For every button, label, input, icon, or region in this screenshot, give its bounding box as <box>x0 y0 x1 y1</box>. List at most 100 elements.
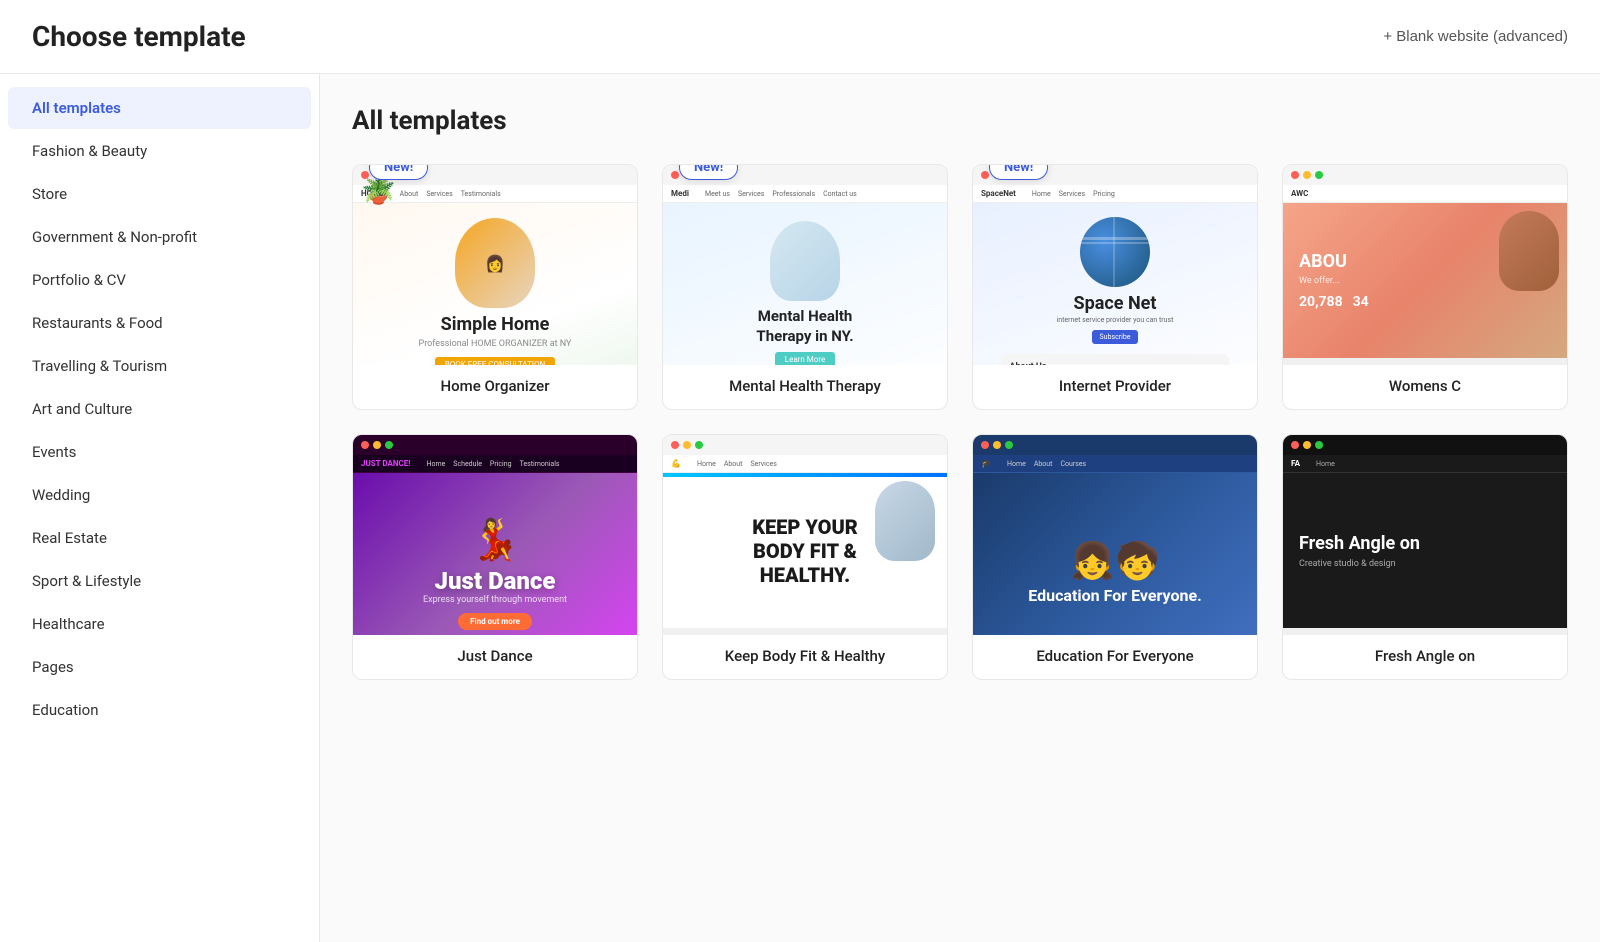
mock-topbar-8 <box>1283 435 1567 455</box>
mock-fresh-angle-sub: Creative studio & design <box>1299 559 1396 569</box>
sidebar-item-travelling-tourism[interactable]: Travelling & Tourism <box>8 345 311 387</box>
mock-visual-womens: ABOU We offer... 20,788 34 <box>1283 203 1567 358</box>
mock-visual-keep-fit: KEEP YOURBODY FIT &HEALTHY. <box>663 473 947 628</box>
sidebar-item-art-culture[interactable]: Art and Culture <box>8 388 311 430</box>
template-image-education-for-everyone: 🎓 Home About Courses 👧🧒 Education For Ev… <box>973 435 1257 635</box>
mock-visual-just-dance: 💃 Just Dance Express yourself through mo… <box>353 473 637 635</box>
sidebar-item-wedding[interactable]: Wedding <box>8 474 311 516</box>
mock-topbar-7 <box>973 435 1257 455</box>
dot-red-5 <box>361 441 369 449</box>
mock-topbar-5 <box>353 435 637 455</box>
mock-topbar-6 <box>663 435 947 455</box>
template-label-womens: Womens C <box>1283 365 1567 409</box>
mock-nav-7: 🎓 Home About Courses <box>973 455 1257 473</box>
template-card-just-dance[interactable]: JUST DANCE! Home Schedule Pricing Testim… <box>352 434 638 680</box>
mock-just-dance-sub: Express yourself through movement <box>423 595 567 605</box>
template-card-fresh-angle[interactable]: FA Home Fresh Angle on Creative studio &… <box>1282 434 1568 680</box>
mock-nav-item-2: Professionals <box>772 190 815 198</box>
content-area: All templates New! HOME About Services <box>320 74 1600 942</box>
mock-cta-btn: BOOK FREE CONSULTATION <box>435 357 555 365</box>
mock-nav-2: Medi Meet us Services Professionals Cont… <box>663 185 947 203</box>
content-title: All templates <box>352 106 1568 136</box>
mock-nav-item-3: Pricing <box>1093 190 1115 198</box>
dot-red-6 <box>671 441 679 449</box>
template-image-mental-health: Medi Meet us Services Professionals Cont… <box>663 165 947 365</box>
template-label-internet-provider: Internet Provider <box>973 365 1257 409</box>
dot-red-8 <box>1291 441 1299 449</box>
mock-stat-big-1: 20,788 <box>1299 294 1343 310</box>
accent-bar <box>663 473 947 477</box>
mock-stat-big-2: 34 <box>1353 294 1369 310</box>
mock-about-section: About Us We offer the fastest and most a… <box>1001 354 1228 366</box>
dot-green-7 <box>1005 441 1013 449</box>
mock-visual-mental-health: Mental HealthTherapy in NY. Learn More 1… <box>663 203 947 365</box>
mock-about-title: About Us <box>1009 362 1220 366</box>
mock-visual-fresh-angle: Fresh Angle on Creative studio & design <box>1283 473 1567 628</box>
mock-subscribe-btn: Subscribe <box>1092 330 1139 344</box>
template-card-mental-health[interactable]: New! Medi Meet us Services Professionals… <box>662 164 948 410</box>
mock-nav-item-3: Services <box>1059 190 1085 198</box>
mock-keep-fit-title: KEEP YOURBODY FIT &HEALTHY. <box>752 515 858 587</box>
sidebar-item-store[interactable]: Store <box>8 173 311 215</box>
mock-nav-item-8: Home <box>1316 460 1335 468</box>
dot-yellow-4 <box>1303 171 1311 179</box>
mock-fresh-angle-title: Fresh Angle on <box>1299 532 1420 555</box>
mock-logo-8: FA <box>1291 459 1300 468</box>
new-badge-mental-health: New! <box>679 164 738 180</box>
mock-hero-title-2: Mental HealthTherapy in NY. <box>756 307 853 346</box>
sidebar-item-sport-lifestyle[interactable]: Sport & Lifestyle <box>8 560 311 602</box>
mock-logo-4: AWC <box>1291 189 1308 198</box>
dot-red-2 <box>671 171 679 179</box>
mock-visual-internet-provider: Space Net internet service provider you … <box>973 203 1257 365</box>
mock-nav-item-7: Home <box>1007 460 1026 468</box>
globe-illustration <box>1080 217 1150 287</box>
mock-womens-sub: We offer... <box>1299 276 1340 286</box>
mock-topbar-4 <box>1283 165 1567 185</box>
template-card-internet-provider[interactable]: New! SpaceNet Home Services Pricing <box>972 164 1258 410</box>
sidebar-item-pages[interactable]: Pages <box>8 646 311 688</box>
mock-nav-item-6: Home <box>697 460 716 468</box>
mock-nav-item-5: Home <box>426 460 445 468</box>
mock-logo-2: Medi <box>671 189 689 198</box>
sidebar-item-events[interactable]: Events <box>8 431 311 473</box>
template-label-fresh-angle: Fresh Angle on <box>1283 635 1567 679</box>
mock-nav-item-7c: Courses <box>1060 460 1086 468</box>
template-card-education-for-everyone[interactable]: 🎓 Home About Courses 👧🧒 Education For Ev… <box>972 434 1258 680</box>
blank-website-button[interactable]: + Blank website (advanced) <box>1383 28 1568 45</box>
templates-grid-row2: JUST DANCE! Home Schedule Pricing Testim… <box>352 434 1568 680</box>
mock-hero-title: Simple Home <box>441 314 550 335</box>
mock-womens-stats: 20,788 34 <box>1299 294 1369 310</box>
sidebar-item-restaurants-food[interactable]: Restaurants & Food <box>8 302 311 344</box>
mock-nav-item-2: Services <box>738 190 764 198</box>
mock-nav-item: Testimonials <box>461 190 501 198</box>
dancer-icon: 💃 <box>470 516 520 563</box>
sidebar-item-education[interactable]: Education <box>8 689 311 731</box>
sidebar-item-healthcare[interactable]: Healthcare <box>8 603 311 645</box>
mock-logo-6: 💪 <box>671 459 681 468</box>
doctor-illustration <box>770 221 840 301</box>
mock-hero-sub: Professional HOME ORGANIZER at NY <box>419 339 572 349</box>
sidebar-item-portfolio-cv[interactable]: Portfolio & CV <box>8 259 311 301</box>
template-label-keep-fit: Keep Body Fit & Healthy <box>663 635 947 679</box>
template-image-just-dance: JUST DANCE! Home Schedule Pricing Testim… <box>353 435 637 635</box>
dot-green-5 <box>385 441 393 449</box>
template-card-womens[interactable]: AWC ABOU We offer... 20,788 34 Womens C <box>1282 164 1568 410</box>
sidebar-item-government-nonprofit[interactable]: Government & Non-profit <box>8 216 311 258</box>
dot-yellow-7 <box>993 441 1001 449</box>
sidebar-item-fashion-beauty[interactable]: Fashion & Beauty <box>8 130 311 172</box>
page-title: Choose template <box>32 20 246 53</box>
mock-nav-item-2: Meet us <box>705 190 730 198</box>
template-card-keep-fit[interactable]: 💪 Home About Services KEEP YOURBODY FIT … <box>662 434 948 680</box>
mock-nav-4: AWC <box>1283 185 1567 203</box>
mock-sub-3: internet service provider you can trust <box>1057 316 1174 324</box>
mock-nav-5: JUST DANCE! Home Schedule Pricing Testim… <box>353 455 637 473</box>
mock-nav-item-6b: About <box>724 460 743 468</box>
mock-nav-item-5b: Schedule <box>453 460 482 468</box>
template-image-womens: AWC ABOU We offer... 20,788 34 <box>1283 165 1567 365</box>
sidebar-item-all-templates[interactable]: All templates <box>8 87 311 129</box>
sidebar: All templates Fashion & Beauty Store Gov… <box>0 74 320 942</box>
template-card-home-organizer[interactable]: New! HOME About Services Testimonials <box>352 164 638 410</box>
mock-hero-title-3: Space Net <box>1074 293 1157 314</box>
sidebar-item-real-estate[interactable]: Real Estate <box>8 517 311 559</box>
dot-yellow-8 <box>1303 441 1311 449</box>
